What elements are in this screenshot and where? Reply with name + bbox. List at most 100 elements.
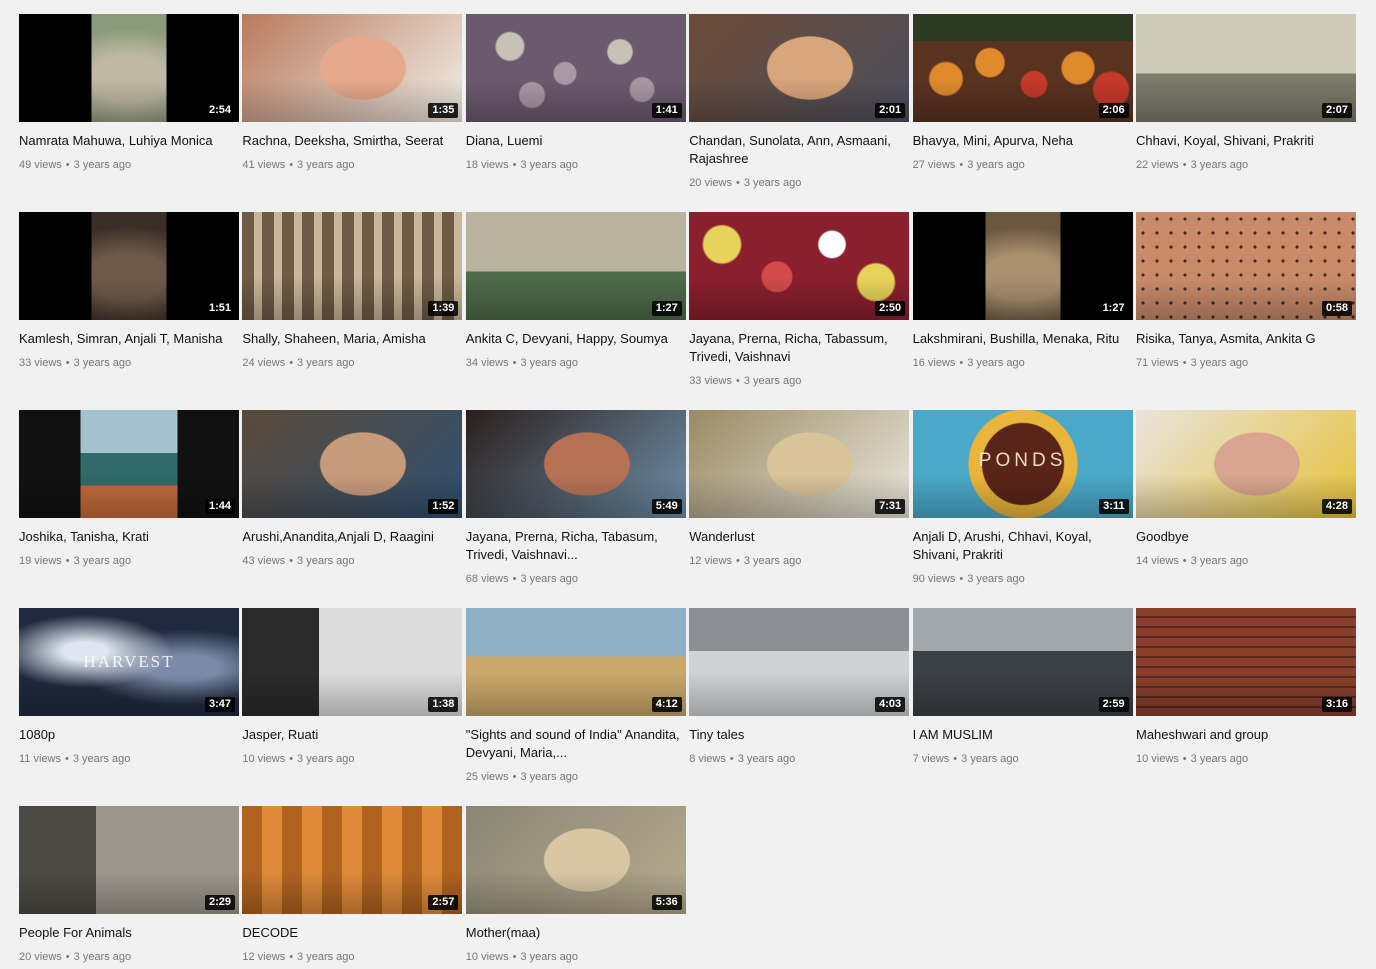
video-card[interactable]: 2:07 Chhavi, Koyal, Shivani, Prakriti 22 v… — [1136, 14, 1356, 204]
video-title[interactable]: Goodbye — [1136, 528, 1356, 546]
video-title[interactable]: 1080p — [19, 726, 239, 744]
video-thumbnail[interactable]: 1:44 — [19, 410, 239, 518]
video-thumbnail[interactable]: 1:35 — [242, 14, 463, 122]
video-title[interactable]: Chhavi, Koyal, Shivani, Prakriti — [1136, 132, 1356, 150]
video-thumbnail[interactable]: PONDS 3:11 — [912, 410, 1133, 518]
video-card[interactable]: 1:27 Ankita C, Devyani, Happy, Soumya 34 v… — [465, 212, 686, 402]
video-title[interactable]: Wanderlust — [689, 528, 909, 546]
video-title[interactable]: Jayana, Prerna, Richa, Tabassum, Trivedi… — [689, 330, 909, 366]
video-title[interactable]: Anjali D, Arushi, Chhavi, Koyal, Shivani… — [913, 528, 1133, 564]
meta-separator: • — [64, 753, 69, 765]
video-card[interactable]: 7:31 Wanderlust 12 views • 3 years ago — [689, 410, 910, 600]
view-count: 18 views — [465, 159, 509, 171]
video-meta: 12 views • 3 years ago — [242, 950, 462, 964]
video-title[interactable]: Risika, Tanya, Asmita, Ankita G — [1136, 330, 1356, 348]
video-thumbnail[interactable]: 4:28 — [1136, 410, 1356, 518]
video-title[interactable]: Namrata Mahuwa, Luhiya Monica — [19, 132, 239, 150]
video-title[interactable]: Jayana, Prerna, Richa, Tabasum, Trivedi,… — [466, 528, 686, 564]
upload-age: 3 years ago — [72, 753, 131, 765]
video-meta: 22 views • 3 years ago — [1136, 158, 1356, 172]
video-title[interactable]: Chandan, Sunolata, Ann, Asmaani, Rajashr… — [689, 132, 909, 168]
video-card[interactable]: HARVEST 3:47 1080p 11 views • 3 years ago — [19, 608, 239, 798]
video-thumbnail[interactable]: 4:12 — [465, 608, 686, 716]
video-thumbnail[interactable]: 2:06 — [912, 14, 1133, 122]
video-thumbnail[interactable]: 2:29 — [19, 806, 239, 914]
video-thumbnail[interactable]: 5:36 — [465, 806, 686, 914]
video-meta: 7 views • 3 years ago — [913, 752, 1133, 766]
video-thumbnail[interactable]: 2:54 — [19, 14, 239, 122]
video-card[interactable]: 3:16 Maheshwari and group 10 views • 3 years… — [1136, 608, 1356, 798]
video-thumbnail[interactable]: 1:39 — [242, 212, 463, 320]
video-thumbnail[interactable]: 2:50 — [689, 212, 910, 320]
video-thumbnail[interactable]: 1:52 — [242, 410, 463, 518]
video-thumbnail[interactable]: HARVEST 3:47 — [19, 608, 239, 716]
video-card[interactable]: 1:44 Joshika, Tanisha, Krati 19 views • 3 ye… — [19, 410, 239, 600]
video-title[interactable]: Mother(maa) — [466, 924, 686, 942]
video-title[interactable]: "Sights and sound of India" Anandita, De… — [466, 726, 686, 762]
video-title[interactable]: Jasper, Ruati — [242, 726, 462, 744]
view-count: 24 views — [242, 357, 286, 369]
video-card[interactable]: 4:03 Tiny tales 8 views • 3 years ago — [689, 608, 910, 798]
meta-separator: • — [512, 573, 517, 585]
video-thumbnail[interactable]: 1:27 — [912, 212, 1133, 320]
video-card[interactable]: 2:50 Jayana, Prerna, Richa, Tabassum, Tri… — [689, 212, 910, 402]
video-thumbnail[interactable]: 1:41 — [465, 14, 686, 122]
video-card[interactable]: 1:35 Rachna, Deeksha, Smirtha, Seerat 41 v… — [242, 14, 463, 204]
video-card[interactable]: 2:01 Chandan, Sunolata, Ann, Asmaani, Raj… — [689, 14, 910, 204]
video-card[interactable]: 2:29 People For Animals 20 views • 3 years a… — [19, 806, 239, 969]
video-thumbnail[interactable]: 4:03 — [689, 608, 910, 716]
video-card[interactable]: 1:51 Kamlesh, Simran, Anjali T, Manisha 33… — [19, 212, 239, 402]
video-title[interactable]: Bhavya, Mini, Apurva, Neha — [913, 132, 1133, 150]
video-card[interactable]: 2:06 Bhavya, Mini, Apurva, Neha 27 views • 3… — [912, 14, 1133, 204]
video-thumbnail[interactable]: 5:49 — [465, 410, 686, 518]
upload-age: 3 years ago — [967, 159, 1025, 171]
video-card[interactable]: 0:58 Risika, Tanya, Asmita, Ankita G 71 vi… — [1136, 212, 1356, 402]
video-duration: 4:03 — [875, 697, 906, 712]
video-meta: 10 views • 3 years ago — [466, 950, 686, 964]
video-card[interactable]: 5:49 Jayana, Prerna, Richa, Tabasum, Triv… — [465, 410, 686, 600]
video-card[interactable]: 1:41 Diana, Luemi 18 views • 3 years ago — [465, 14, 686, 204]
video-card[interactable]: 1:39 Shally, Shaheen, Maria, Amisha 24 vie… — [242, 212, 463, 402]
video-thumbnail[interactable]: 7:31 — [689, 410, 910, 518]
video-card[interactable]: 4:28 Goodbye 14 views • 3 years ago — [1136, 410, 1356, 600]
video-title[interactable]: Diana, Luemi — [466, 132, 686, 150]
video-card[interactable]: 4:12 "Sights and sound of India" Anandita… — [465, 608, 686, 798]
video-thumbnail[interactable]: 1:27 — [465, 212, 686, 320]
video-card[interactable]: 1:38 Jasper, Ruati 10 views • 3 years ago — [242, 608, 463, 798]
video-card[interactable]: 2:57 DECODE 12 views • 3 years ago — [242, 806, 463, 969]
video-title[interactable]: Shally, Shaheen, Maria, Amisha — [242, 330, 462, 348]
video-title[interactable]: Tiny tales — [689, 726, 909, 744]
view-count: 90 views — [912, 573, 956, 585]
video-thumbnail[interactable]: 2:01 — [689, 14, 910, 122]
upload-age: 3 years ago — [1190, 555, 1249, 567]
video-title[interactable]: DECODE — [242, 924, 462, 942]
video-thumbnail[interactable]: 2:57 — [242, 806, 463, 914]
video-title[interactable]: Lakshmirani, Bushilla, Menaka, Ritu — [913, 330, 1133, 348]
video-card[interactable]: PONDS 3:11 Anjali D, Arushi, Chhavi, Koyal… — [912, 410, 1133, 600]
video-title[interactable]: Ankita C, Devyani, Happy, Soumya — [466, 330, 686, 348]
view-count: 33 views — [19, 357, 62, 369]
meta-separator: • — [1182, 753, 1187, 765]
video-meta: 25 views • 3 years ago — [466, 770, 686, 784]
video-card[interactable]: 5:36 Mother(maa) 10 views • 3 years ago — [465, 806, 686, 969]
video-thumbnail[interactable]: 1:51 — [19, 212, 239, 320]
video-title[interactable]: Maheshwari and group — [1136, 726, 1356, 744]
video-card[interactable]: 2:59 I AM MUSLIM 7 views • 3 years ago — [912, 608, 1133, 798]
video-card[interactable]: 2:54 Namrata Mahuwa, Luhiya Monica 49 view… — [19, 14, 239, 204]
video-thumbnail[interactable]: 3:16 — [1136, 608, 1356, 716]
video-title[interactable]: People For Animals — [19, 924, 239, 942]
thumbnail-watermark: HARVEST — [83, 652, 175, 671]
video-card[interactable]: 1:52 Arushi,Anandita,Anjali D, Raagini 43 … — [242, 410, 463, 600]
video-title[interactable]: Rachna, Deeksha, Smirtha, Seerat — [242, 132, 462, 150]
video-title[interactable]: Arushi,Anandita,Anjali D, Raagini — [242, 528, 462, 546]
video-card[interactable]: 1:27 Lakshmirani, Bushilla, Menaka, Ritu 1… — [912, 212, 1133, 402]
video-title[interactable]: Kamlesh, Simran, Anjali T, Manisha — [19, 330, 239, 348]
video-thumbnail[interactable]: 2:59 — [912, 608, 1133, 716]
video-title[interactable]: Joshika, Tanisha, Krati — [19, 528, 239, 546]
video-thumbnail[interactable]: 0:58 — [1136, 212, 1356, 320]
upload-age: 3 years ago — [73, 357, 132, 369]
meta-separator: • — [959, 159, 964, 171]
video-title[interactable]: I AM MUSLIM — [913, 726, 1133, 744]
video-thumbnail[interactable]: 2:07 — [1136, 14, 1356, 122]
video-thumbnail[interactable]: 1:38 — [242, 608, 463, 716]
